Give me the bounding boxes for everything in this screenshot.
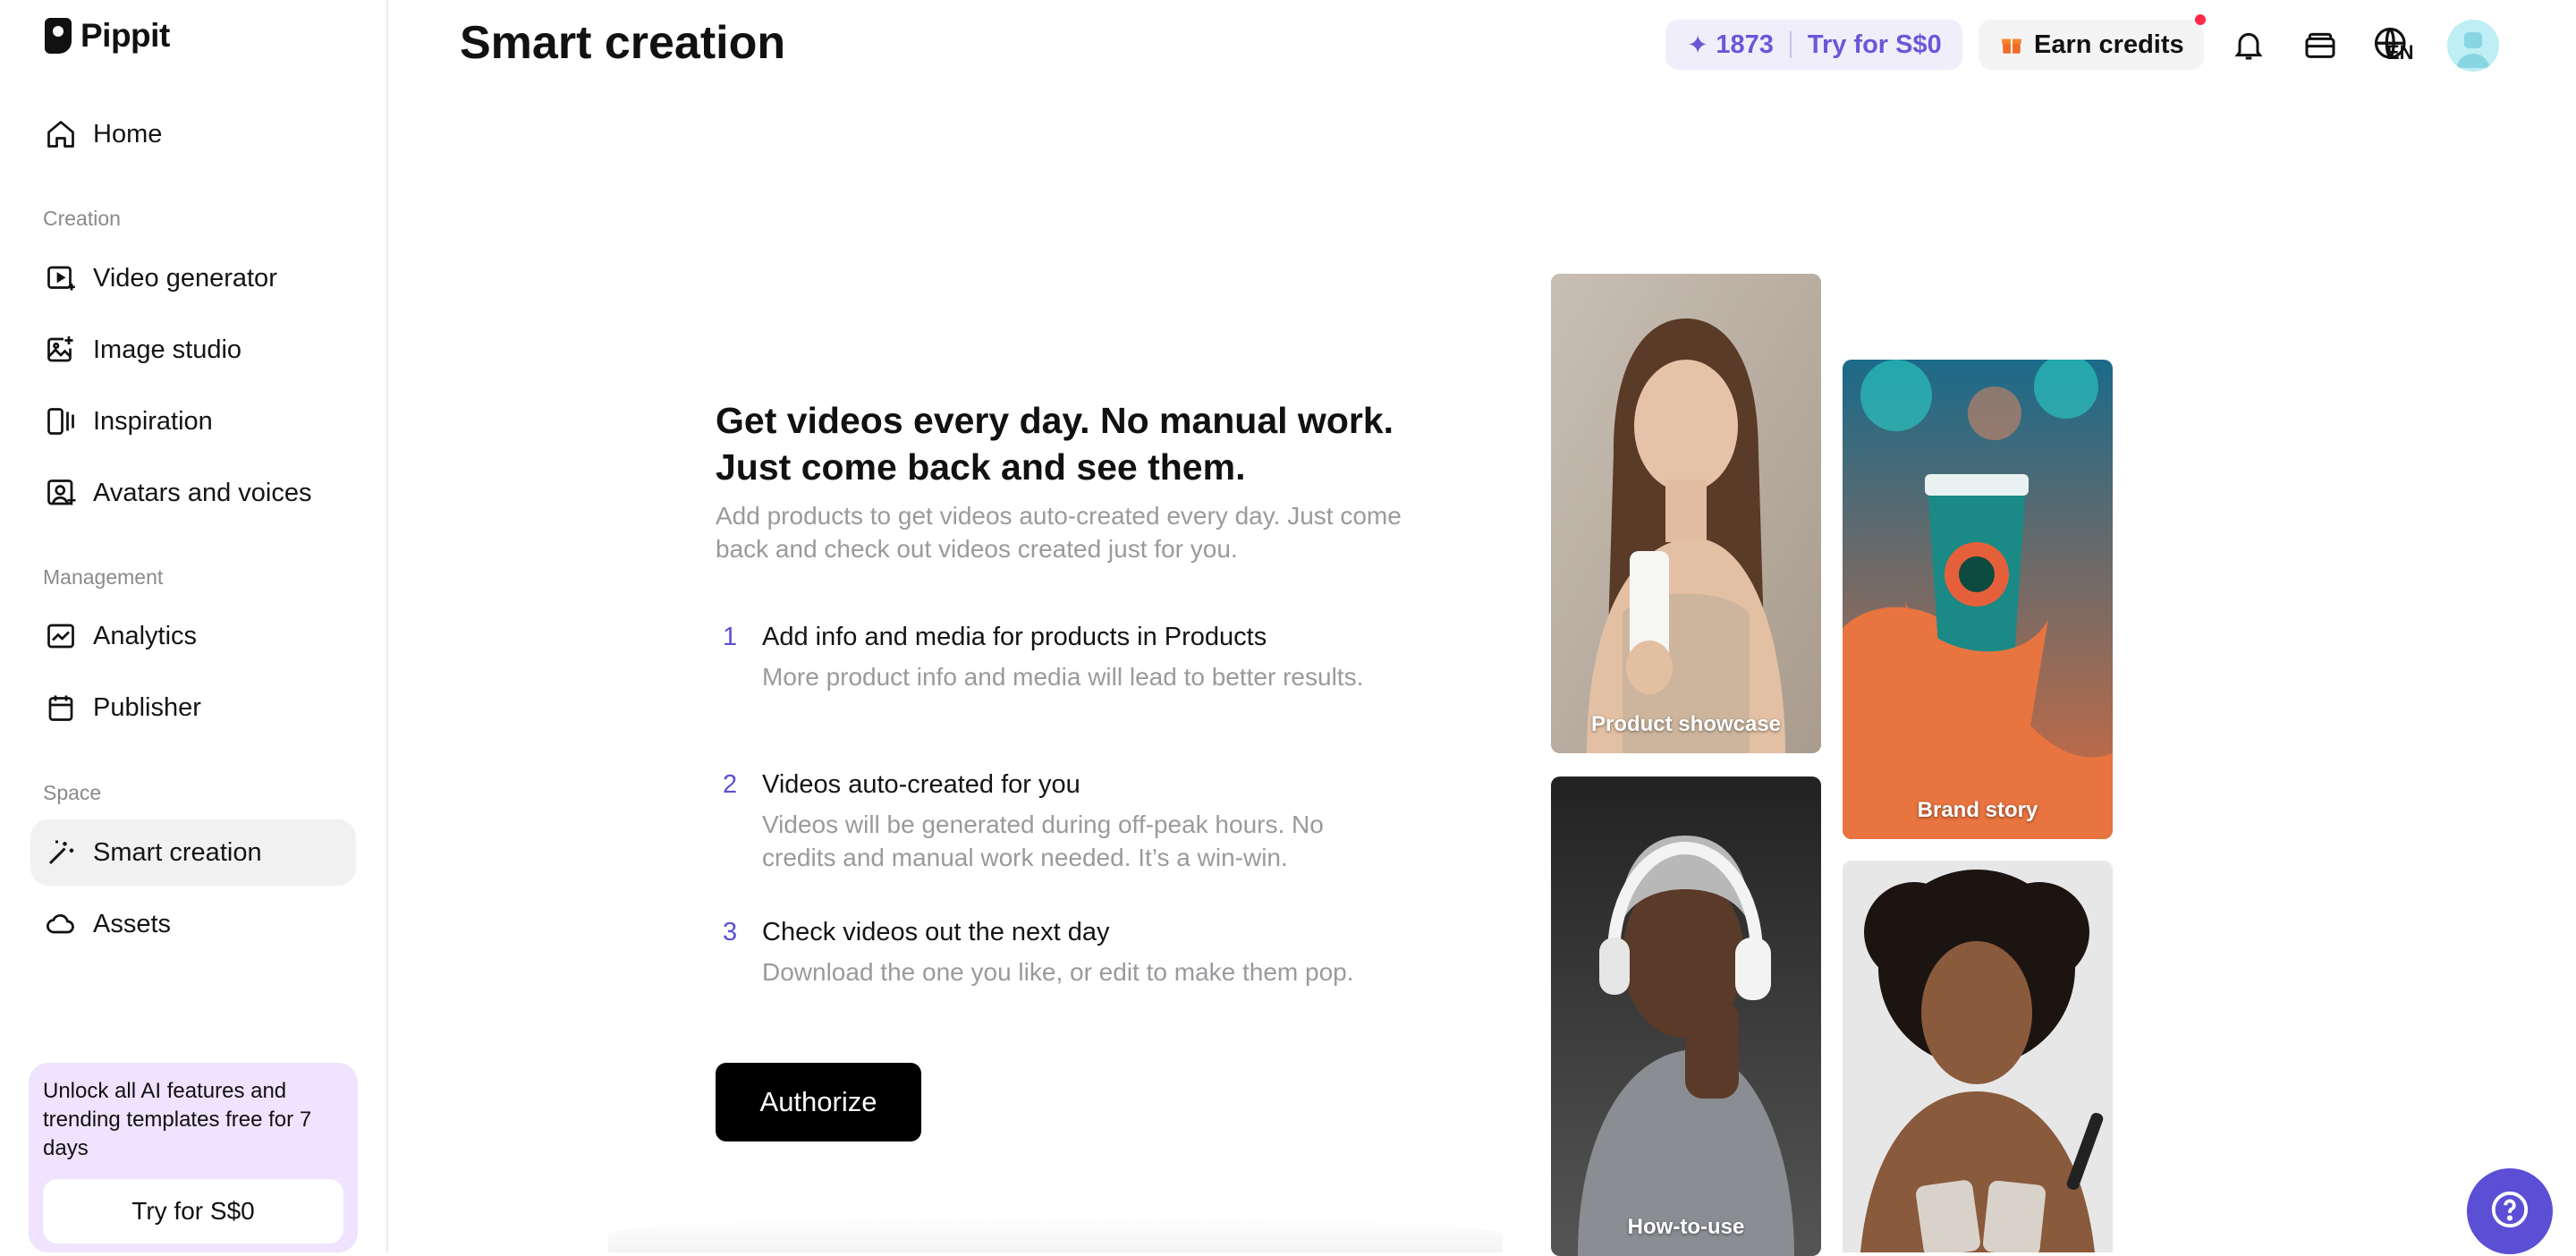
credits-pill[interactable]: ✦ 1873 Try for S$0 bbox=[1665, 20, 1962, 70]
card-label: How-to-use bbox=[1627, 1215, 1745, 1239]
avatar[interactable] bbox=[2447, 20, 2499, 72]
sidebar-item-publisher[interactable]: Publisher bbox=[30, 675, 356, 741]
question-icon bbox=[2489, 1189, 2530, 1235]
product-showcase-image bbox=[1551, 274, 1821, 753]
avatar-template-image bbox=[1843, 861, 2113, 1252]
credits-count: 1873 bbox=[1716, 30, 1774, 59]
template-card-how-to-use[interactable]: How-to-use bbox=[1551, 777, 1821, 1256]
app-logo[interactable]: Pippit bbox=[45, 16, 170, 55]
step-item: 3 Check videos out the next day Download… bbox=[716, 918, 1431, 998]
sidebar-item-inspiration[interactable]: Inspiration bbox=[30, 388, 356, 454]
sparkle-icon: ✦ bbox=[1687, 30, 1709, 60]
cloud-icon bbox=[45, 908, 77, 940]
sidebar-item-label: Publisher bbox=[93, 692, 201, 722]
divider bbox=[1789, 31, 1792, 58]
trial-promo-card: Unlock all AI features and trending temp… bbox=[29, 1063, 358, 1252]
sidebar-item-label: Smart creation bbox=[93, 837, 262, 867]
calendar-icon bbox=[45, 692, 77, 724]
template-card[interactable] bbox=[1843, 861, 2113, 1252]
magic-wand-icon bbox=[45, 836, 77, 869]
card-label: Product showcase bbox=[1590, 712, 1782, 736]
bell-icon[interactable] bbox=[2227, 23, 2270, 66]
template-card-brand-story[interactable]: Brand story bbox=[1843, 360, 2113, 839]
section-label-management: Management bbox=[43, 565, 164, 589]
pippit-logo-icon bbox=[45, 18, 72, 54]
language-code: EN bbox=[2386, 41, 2414, 64]
bottom-shadow bbox=[608, 1217, 1503, 1252]
sidebar-item-analytics[interactable]: Analytics bbox=[30, 603, 356, 669]
step-description: Download the one you like, or edit to ma… bbox=[762, 958, 1354, 986]
sidebar-item-home[interactable]: Home bbox=[30, 101, 356, 167]
step-item: 1 Add info and media for products in Pro… bbox=[716, 623, 1431, 739]
sidebar-item-label: Assets bbox=[93, 909, 172, 938]
brand-story-image bbox=[1843, 360, 2113, 839]
image-studio-icon bbox=[45, 334, 77, 366]
wallet-icon[interactable] bbox=[2299, 23, 2342, 66]
sidebar-item-video-generator[interactable]: Video generator bbox=[30, 245, 356, 311]
step-title: Check videos out the next day bbox=[762, 918, 1110, 946]
analytics-icon bbox=[45, 620, 77, 652]
step-number: 2 bbox=[723, 770, 738, 799]
inspiration-icon bbox=[45, 405, 77, 437]
sidebar-item-label: Avatars and voices bbox=[93, 478, 312, 507]
sidebar-item-label: Analytics bbox=[93, 621, 198, 650]
sidebar-item-smart-creation[interactable]: Smart creation bbox=[30, 819, 356, 886]
section-label-space: Space bbox=[43, 781, 102, 804]
notification-dot bbox=[2195, 14, 2206, 25]
try-free-button[interactable]: Try for S$0 bbox=[43, 1179, 343, 1243]
promo-text: Unlock all AI features and trending temp… bbox=[43, 1079, 312, 1160]
sidebar-item-label: Inspiration bbox=[93, 406, 213, 436]
section-label-creation: Creation bbox=[43, 207, 121, 230]
try-label: Try for S$0 bbox=[1807, 30, 1942, 59]
earn-credits-button[interactable]: Earn credits bbox=[1979, 20, 2204, 70]
sidebar-item-label: Image studio bbox=[93, 335, 242, 364]
headline: Get videos every day. No manual work. Ju… bbox=[716, 400, 1394, 488]
sidebar-item-avatars-and-voices[interactable]: Avatars and voices bbox=[30, 460, 356, 526]
home-icon bbox=[45, 118, 77, 150]
step-number: 3 bbox=[723, 918, 738, 946]
sidebar-item-image-studio[interactable]: Image studio bbox=[30, 317, 356, 383]
sidebar: Pippit Home Creation Video generator Ima… bbox=[0, 0, 388, 1252]
sidebar-item-label: Home bbox=[93, 119, 163, 149]
app-name: Pippit bbox=[80, 17, 170, 54]
step-title: Add info and media for products in Produ… bbox=[762, 623, 1267, 651]
gift-icon bbox=[2000, 33, 2023, 56]
sidebar-item-label: Video generator bbox=[93, 263, 277, 293]
step-item: 2 Videos auto-created for you Videos wil… bbox=[716, 770, 1431, 887]
help-button[interactable] bbox=[2467, 1168, 2553, 1254]
page-title: Smart creation bbox=[460, 17, 786, 69]
step-description: More product info and media will lead to… bbox=[762, 663, 1364, 691]
step-title: Videos auto-created for you bbox=[762, 770, 1080, 799]
video-generator-icon bbox=[45, 262, 77, 294]
step-description: Videos will be generated during off-peak… bbox=[762, 810, 1324, 871]
earn-credits-label: Earn credits bbox=[2034, 30, 2184, 59]
avatar-voice-icon bbox=[45, 477, 77, 509]
template-card-product-showcase[interactable]: Product showcase bbox=[1551, 274, 1821, 753]
sidebar-item-assets[interactable]: Assets bbox=[30, 891, 356, 957]
authorize-button[interactable]: Authorize bbox=[716, 1063, 921, 1141]
step-number: 1 bbox=[723, 623, 738, 651]
how-to-use-image bbox=[1551, 777, 1821, 1256]
subheadline: Add products to get videos auto-created … bbox=[716, 502, 1402, 563]
card-label: Brand story bbox=[1917, 798, 2038, 822]
